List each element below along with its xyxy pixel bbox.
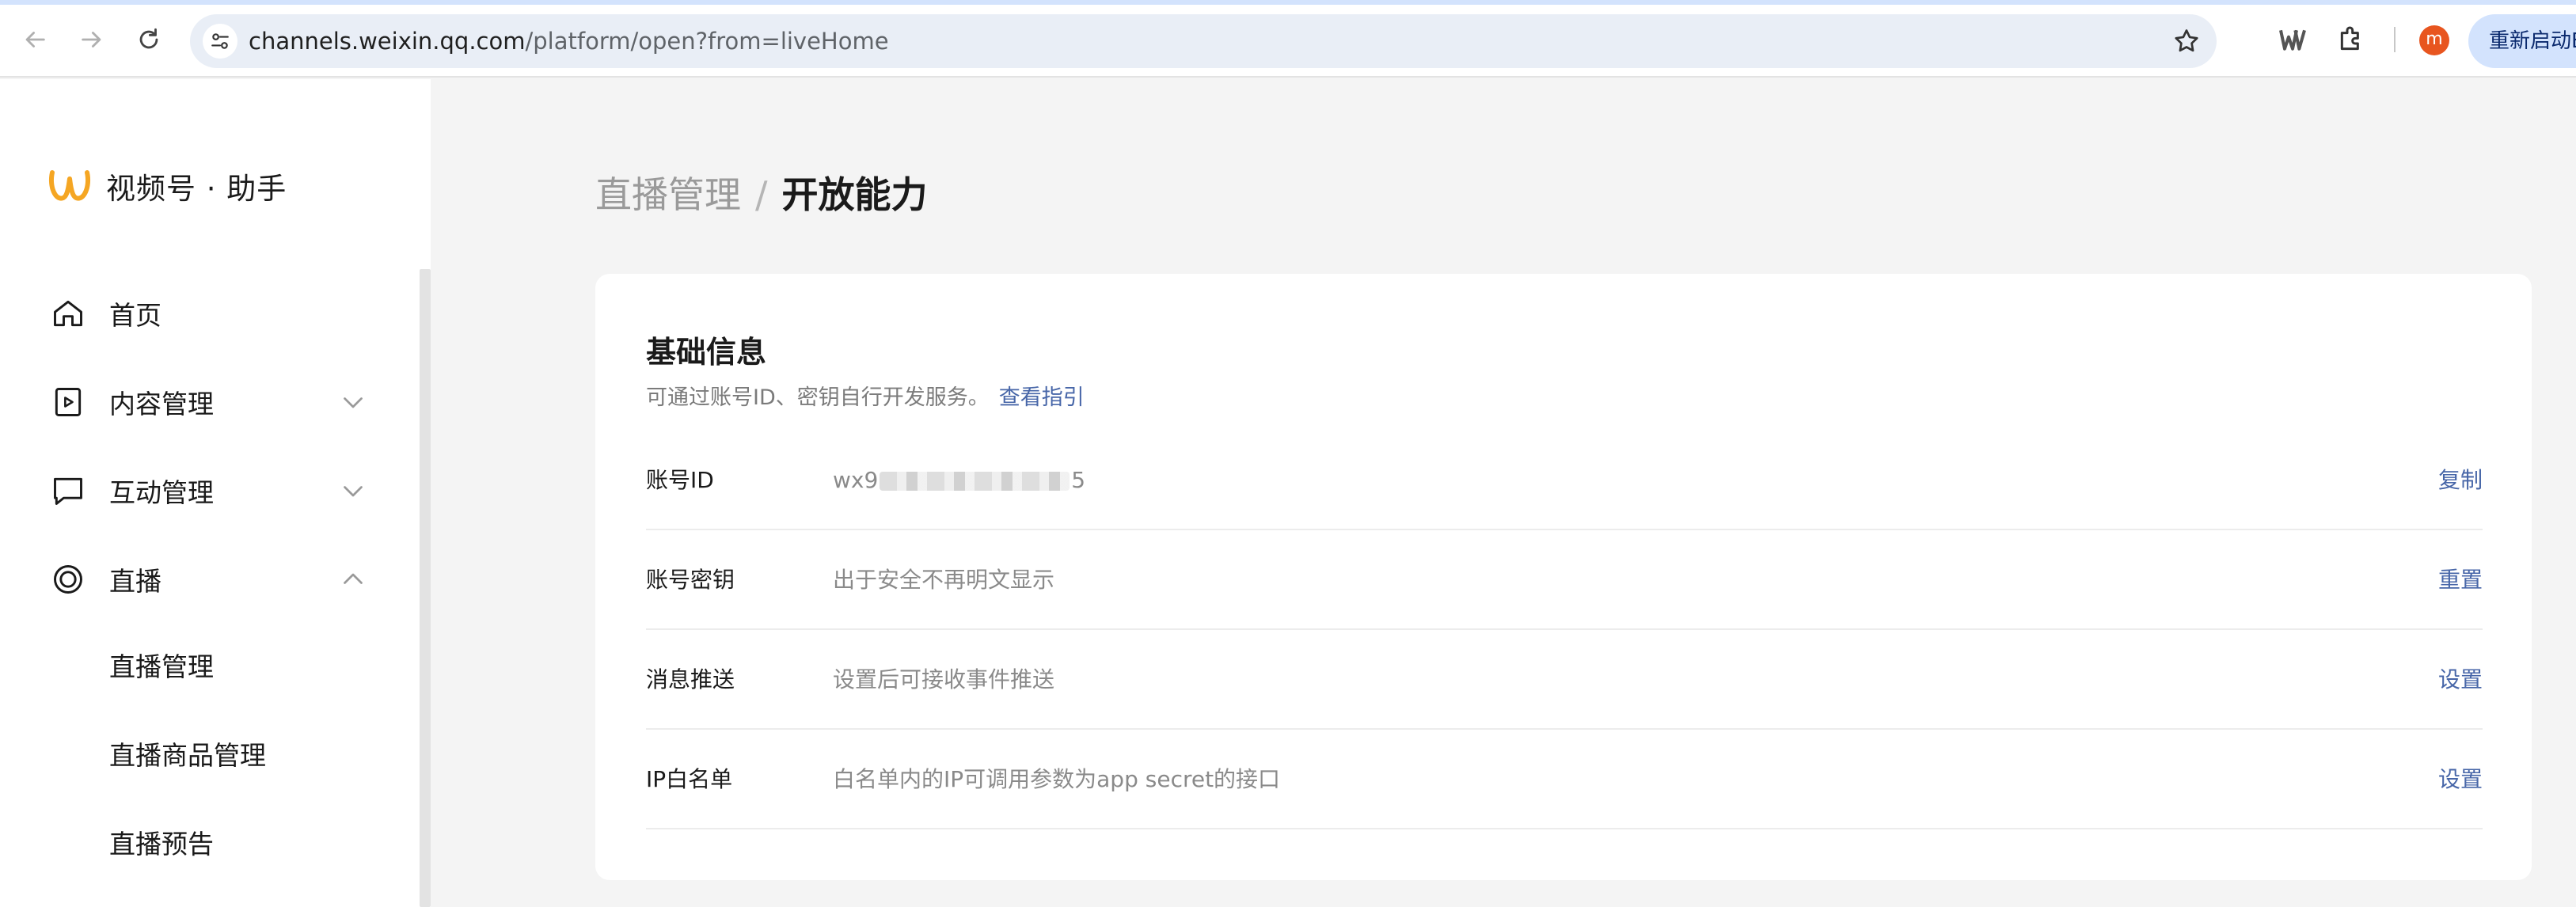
section-title: 基础信息 [646,335,767,370]
account-id-value: wx9 5 [833,431,1085,530]
sidebar-item-label: 互动管理 [109,477,214,508]
url-text[interactable]: channels.weixin.qq.com/platform/open?fro… [249,14,889,68]
row-value: 出于安全不再明文显示 [833,567,1055,593]
message-push-settings-button[interactable]: 设置 [2438,630,2483,730]
sidebar-item-content[interactable]: 内容管理 [51,370,367,434]
reset-button[interactable]: 重置 [2438,530,2483,630]
breadcrumb: 直播管理 / 开放能力 [595,166,928,218]
sidebar-item-label: 直播 [109,566,161,597]
reload-button[interactable] [130,21,168,59]
extension-w-icon[interactable] [2277,24,2308,55]
browser-toolbar: channels.weixin.qq.com/platform/open?fro… [0,0,2576,78]
sidebar: 视频号 · 助手 首页 内容管理 互动管理 直播 直播管理 直播商品管理 直播预… [0,79,431,907]
view-guide-link[interactable]: 查看指引 [999,385,1085,410]
sidebar-item-live[interactable]: 直播 [51,548,367,611]
ip-whitelist-settings-button[interactable]: 设置 [2438,730,2483,829]
info-row-account-id: 账号ID wx9 5 复制 [646,431,2483,530]
row-label: IP白名单 [646,766,733,792]
info-row-message-push: 消息推送 设置后可接收事件推送 设置 [646,630,2483,730]
profile-avatar[interactable]: m [2419,25,2449,55]
brand[interactable]: 视频号 · 助手 [47,165,287,207]
sidebar-item-home[interactable]: 首页 [51,282,367,345]
url-host: channels.weixin.qq.com [249,28,526,55]
chevron-down-icon[interactable] [339,476,367,505]
brand-name: 视频号 · 助手 [106,172,287,206]
sidebar-item-interaction[interactable]: 互动管理 [51,459,367,522]
toolbar-divider [2394,27,2396,52]
sidebar-subitem-live-management[interactable]: 直播管理 [109,639,214,695]
info-row-account-secret: 账号密钥 出于安全不再明文显示 重置 [646,530,2483,630]
reload-icon [139,28,158,49]
chevron-down-icon[interactable] [339,388,367,416]
chat-icon [51,473,85,508]
page-title: 开放能力 [781,173,928,216]
restart-button[interactable]: 重新启动E [2468,14,2576,68]
breadcrumb-separator: / [755,173,768,216]
back-button[interactable] [16,21,54,59]
home-icon [51,296,85,331]
sidebar-scrollbar[interactable] [420,269,431,907]
address-bar[interactable]: channels.weixin.qq.com/platform/open?fro… [190,14,2217,68]
description-text: 可通过账号ID、密钥自行开发服务。 [646,385,990,410]
url-path: /platform/open?from=liveHome [525,28,889,55]
sidebar-item-label: 首页 [109,300,161,331]
row-label: 账号ID [646,467,714,493]
sidebar-item-label: 内容管理 [109,389,214,419]
account-id-prefix: wx9 [833,467,879,493]
tune-icon [211,33,229,49]
row-value: 设置后可接收事件推送 [833,666,1055,693]
account-id-suffix: 5 [1071,467,1086,493]
play-square-icon [51,385,85,419]
row-value: 白名单内的IP可调用参数为app secret的接口 [833,766,1281,792]
bookmark-star-icon[interactable] [2172,27,2201,55]
site-info-button[interactable] [203,24,237,59]
chevron-up-icon[interactable] [339,565,367,594]
extensions-puzzle-icon[interactable] [2335,24,2367,55]
live-ring-icon [51,562,85,597]
channels-logo-icon [49,170,90,201]
section-description: 可通过账号ID、密钥自行开发服务。 查看指引 [646,380,1085,411]
row-label: 账号密钥 [646,567,735,593]
sidebar-subitem-live-preview[interactable]: 直播预告 [109,817,214,872]
info-row-ip-whitelist: IP白名单 白名单内的IP可调用参数为app secret的接口 设置 [646,730,2483,829]
basic-info-card: 基础信息 可通过账号ID、密钥自行开发服务。 查看指引 账号ID wx9 5 复制 … [595,274,2532,880]
redacted-mask [880,472,1070,491]
tab-strip-edge [0,0,2576,5]
arrow-right-icon [82,32,101,47]
copy-button[interactable]: 复制 [2438,431,2483,530]
arrow-left-icon [25,32,45,47]
breadcrumb-parent[interactable]: 直播管理 [595,173,741,216]
forward-button[interactable] [73,21,111,59]
row-label: 消息推送 [646,666,735,693]
sidebar-subitem-live-products[interactable]: 直播商品管理 [109,728,266,784]
